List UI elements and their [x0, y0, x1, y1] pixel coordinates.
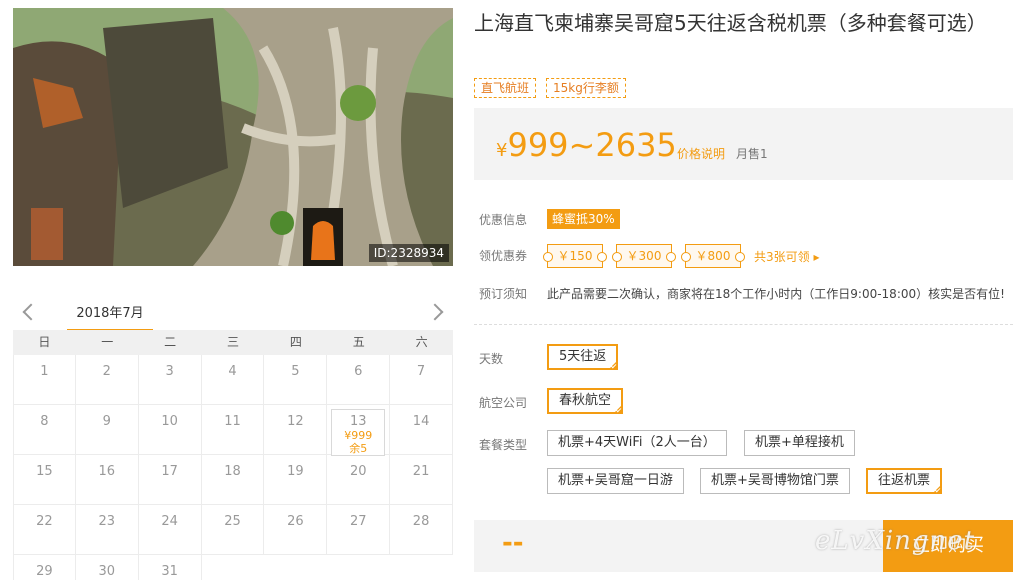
calendar-day: 22: [13, 505, 76, 555]
calendar-day: 3: [138, 355, 202, 405]
price-explain-link[interactable]: 价格说明: [677, 145, 725, 162]
coupon-list: ￥150 ￥300 ￥800 共3张可领 ▸: [543, 244, 819, 268]
weekday-label: 四: [289, 335, 302, 349]
calendar-day: 12: [264, 405, 328, 455]
calendar-day: 19: [264, 455, 328, 505]
weekday-label: 三: [226, 335, 239, 349]
calendar-day: 7: [390, 355, 453, 405]
product-title: 上海直飞柬埔寨吴哥窟5天往返含税机票（多种套餐可选）: [474, 11, 987, 35]
option-package-daytour[interactable]: 机票+吴哥窟一日游: [547, 468, 684, 494]
product-tags: 直飞航班 15kg行李额: [474, 78, 626, 98]
calendar-day: 8: [13, 405, 76, 455]
weekday-label: 一: [101, 335, 114, 349]
product-page: ID:2328934 2018年7月 日 一 二 三 四 五 六 1 2 3 4…: [0, 0, 1019, 580]
weekday-label: 六: [415, 335, 428, 349]
calendar-month-tab[interactable]: 2018年7月: [67, 302, 153, 331]
calendar-day: 17: [138, 455, 202, 505]
coupon-label: 领优惠券: [479, 249, 528, 263]
notice-label: 预订须知: [479, 287, 528, 301]
calendar-day: 26: [264, 505, 328, 555]
calendar-day: 18: [201, 455, 265, 505]
option-package-museum[interactable]: 机票+吴哥博物馆门票: [700, 468, 850, 494]
option-airline-spring[interactable]: 春秋航空: [547, 388, 624, 414]
package-label: 套餐类型: [479, 438, 528, 452]
weekday-label: 五: [352, 335, 365, 349]
calendar-day: 31: [139, 555, 202, 580]
calendar-day: 25: [201, 505, 265, 555]
weekday-label: 日: [38, 335, 51, 349]
chevron-right-icon[interactable]: [427, 298, 447, 324]
coupon-more-link[interactable]: 共3张可领 ▸: [754, 248, 819, 265]
coupon-800[interactable]: ￥800: [681, 244, 745, 268]
temple-tree-illustration: [13, 8, 453, 266]
promo-info-label: 优惠信息: [479, 213, 528, 227]
available-day-number: 13: [349, 414, 367, 429]
buy-bar: -- 立即购买: [474, 520, 1013, 572]
calendar-day: 20: [327, 455, 391, 505]
calendar-day: 2: [75, 355, 139, 405]
currency-symbol: ¥: [496, 140, 508, 161]
calendar-day: 11: [201, 405, 265, 455]
tag-baggage: 15kg行李额: [546, 78, 626, 98]
calendar-day: 23: [75, 505, 139, 555]
promo-badge: 蜂蜜抵30%: [547, 209, 620, 229]
calendar-day: 24: [138, 505, 202, 555]
photo-id-label: ID:2328934: [368, 244, 449, 262]
monthly-sales: 月售1: [736, 147, 768, 161]
calendar-day: 21: [390, 455, 453, 505]
option-package-roundtrip[interactable]: 往返机票: [866, 468, 943, 494]
calendar-day: 14: [390, 405, 453, 455]
available-day-remaining: 余5: [349, 442, 368, 455]
price-value: 999~2635: [507, 126, 677, 164]
buy-now-button[interactable]: 立即购买: [883, 520, 1013, 572]
available-day-box[interactable]: 13 ¥999 余5: [331, 409, 386, 456]
airline-label: 航空公司: [479, 396, 528, 410]
price-range: ¥999~2635: [496, 126, 677, 164]
coupon-300[interactable]: ￥300: [612, 244, 676, 268]
section-divider: [474, 324, 1013, 325]
tag-direct-flight: 直飞航班: [474, 78, 537, 98]
weekday-label: 二: [164, 335, 177, 349]
product-photo[interactable]: ID:2328934: [13, 8, 453, 266]
calendar-day: 6: [327, 355, 391, 405]
calendar-grid: 1 2 3 4 5 6 7 8 9 10 11 12 13 ¥999 余5 14…: [13, 355, 453, 580]
calendar-day: 30: [76, 555, 139, 580]
days-label: 天数: [479, 352, 504, 366]
calendar-day: 9: [75, 405, 139, 455]
booking-notice: 此产品需要二次确认，商家将在18个工作小时内（工作日9:00-18:00）核实是…: [547, 287, 1005, 301]
coupon-150[interactable]: ￥150: [543, 244, 607, 268]
calendar-day: 10: [138, 405, 202, 455]
calendar-nav: 2018年7月: [13, 296, 453, 331]
price-box: ¥999~2635 价格说明 月售1: [474, 108, 1013, 180]
option-package-transfer[interactable]: 机票+单程接机: [744, 430, 855, 456]
option-package-wifi[interactable]: 机票+4天WiFi（2人一台）: [547, 430, 727, 456]
calendar-day: 27: [327, 505, 391, 555]
calendar-day-available[interactable]: 13 ¥999 余5: [327, 405, 391, 456]
calendar-weekday-header: 日 一 二 三 四 五 六: [13, 330, 453, 355]
option-days-5[interactable]: 5天往返: [547, 344, 619, 370]
calendar-day: 28: [390, 505, 453, 555]
calendar-day: 16: [75, 455, 139, 505]
calendar-day: 15: [13, 455, 76, 505]
chevron-left-icon[interactable]: [19, 298, 39, 324]
available-day-price: ¥999: [344, 429, 373, 442]
calendar-day: 29: [13, 555, 76, 580]
calendar-day: 4: [201, 355, 265, 405]
calendar-day: 5: [264, 355, 328, 405]
calendar-day: 1: [13, 355, 76, 405]
total-price: --: [502, 528, 524, 558]
